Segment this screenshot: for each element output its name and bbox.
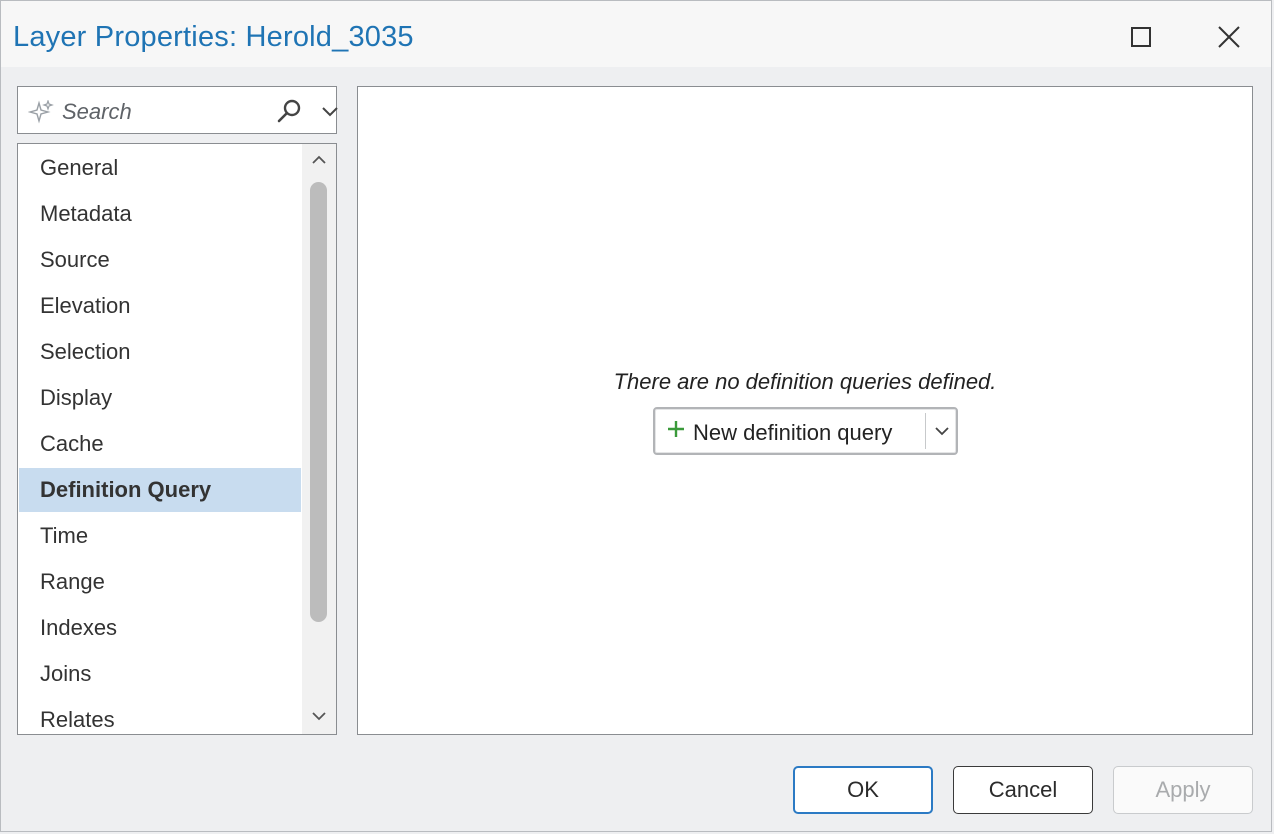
chevron-up-icon[interactable] xyxy=(310,152,328,168)
chevron-down-icon xyxy=(935,427,949,436)
sidebar-item-indexes[interactable]: Indexes xyxy=(19,606,301,650)
new-definition-query-label: New definition query xyxy=(693,420,893,445)
ok-button[interactable]: OK xyxy=(793,766,933,814)
search-icon[interactable] xyxy=(276,97,304,125)
sidebar-item-elevation[interactable]: Elevation xyxy=(19,284,301,328)
sidebar-item-definition-query[interactable]: Definition Query xyxy=(19,468,301,512)
sidebar-item-joins[interactable]: Joins xyxy=(19,652,301,696)
sidebar-item-display[interactable]: Display xyxy=(19,376,301,420)
property-pages-list: General Metadata Source Elevation Select… xyxy=(17,143,337,735)
sparkle-icon xyxy=(28,100,54,124)
maximize-button[interactable] xyxy=(1119,15,1163,59)
apply-button[interactable]: Apply xyxy=(1113,766,1253,814)
cancel-button[interactable]: Cancel xyxy=(953,766,1093,814)
dialog-title: Layer Properties: Herold_3035 xyxy=(13,21,414,53)
list-scrollbar[interactable] xyxy=(302,144,336,734)
search-placeholder[interactable]: Search xyxy=(62,99,132,125)
plus-icon xyxy=(668,421,684,437)
empty-state-message: There are no definition queries defined. xyxy=(613,369,997,394)
sidebar-item-general[interactable]: General xyxy=(19,146,301,190)
title-bar: Layer Properties: Herold_3035 xyxy=(1,1,1271,67)
new-definition-query-dropdown[interactable] xyxy=(927,409,957,453)
sidebar-item-selection[interactable]: Selection xyxy=(19,330,301,374)
search-box[interactable]: Search xyxy=(17,86,340,134)
sidebar-item-source[interactable]: Source xyxy=(19,238,301,282)
maximize-icon xyxy=(1131,27,1151,47)
new-definition-query-split-button[interactable]: New definition query xyxy=(653,407,958,455)
definition-query-panel: There are no definition queries defined.… xyxy=(357,86,1253,735)
sidebar-item-time[interactable]: Time xyxy=(19,514,301,558)
chevron-down-icon[interactable] xyxy=(320,101,340,121)
split-divider xyxy=(925,413,926,449)
sidebar-item-cache[interactable]: Cache xyxy=(19,422,301,466)
sidebar-item-relates[interactable]: Relates xyxy=(19,698,301,734)
new-definition-query-button[interactable]: New definition query xyxy=(655,409,925,453)
close-icon xyxy=(1218,26,1240,48)
close-button[interactable] xyxy=(1207,15,1251,59)
layer-properties-dialog: Layer Properties: Herold_3035 Search Gen… xyxy=(0,0,1272,832)
scrollbar-thumb[interactable] xyxy=(310,182,327,622)
sidebar-item-metadata[interactable]: Metadata xyxy=(19,192,301,236)
chevron-down-icon[interactable] xyxy=(310,708,328,724)
sidebar-item-range[interactable]: Range xyxy=(19,560,301,604)
